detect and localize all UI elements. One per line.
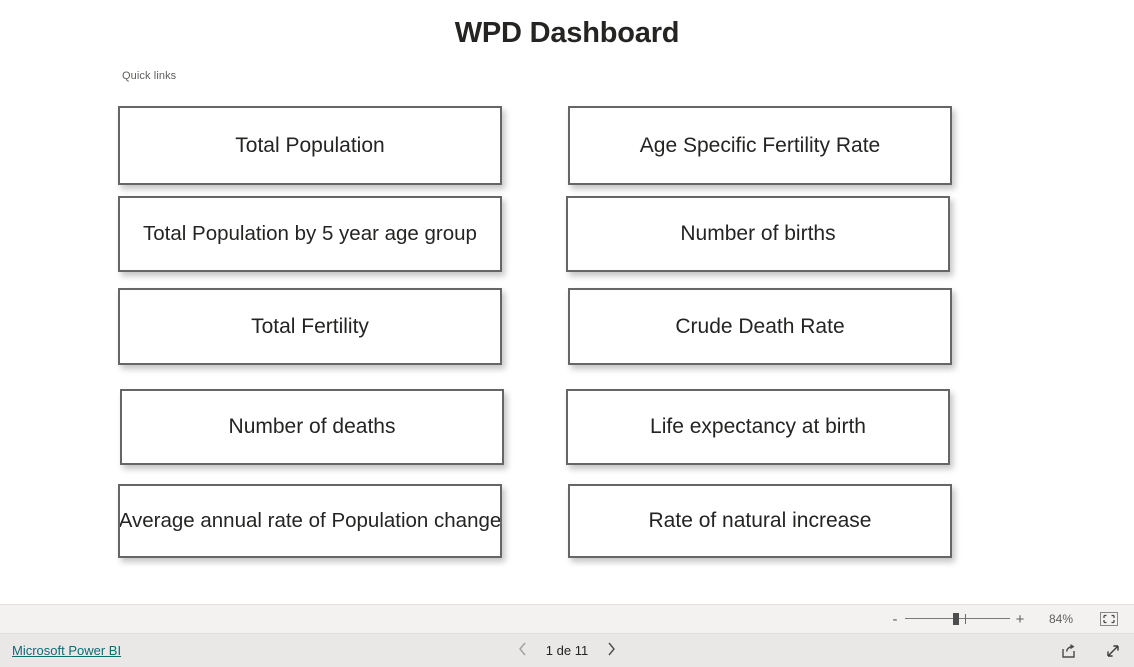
tile-label: Life expectancy at birth [650, 415, 866, 439]
page-indicator-label: 1 de 11 [545, 643, 589, 658]
quick-link-tile-average-annual-rate-of-population-change[interactable]: Average annual rate of Population change [118, 484, 502, 558]
tile-label: Rate of natural increase [648, 509, 872, 533]
chevron-left-icon [519, 642, 526, 655]
quick-link-tile-age-specific-fertility-rate[interactable]: Age Specific Fertility Rate [568, 106, 952, 185]
quick-links-group: Total Population Total Population by 5 y… [0, 0, 1134, 604]
quick-link-tile-life-expectancy-at-birth[interactable]: Life expectancy at birth [566, 389, 950, 465]
fit-to-page-icon [1100, 612, 1118, 626]
fullscreen-icon [1107, 644, 1119, 657]
tile-label: Total Fertility [251, 314, 369, 338]
zoom-in-button[interactable]: + [1012, 612, 1028, 627]
quick-link-tile-total-population[interactable]: Total Population [118, 106, 502, 185]
quick-link-tile-number-of-deaths[interactable]: Number of deaths [120, 389, 504, 465]
tile-label: Number of deaths [228, 415, 396, 439]
tile-label: Number of births [680, 222, 836, 246]
tile-label: Average annual rate of Population change [118, 508, 502, 532]
page-navigation: 1 de 11 [0, 642, 1134, 660]
share-button[interactable] [1058, 640, 1080, 662]
chevron-right-icon [608, 642, 615, 655]
next-page-button[interactable] [604, 642, 618, 660]
power-bi-report-viewer: WPD Dashboard Quick links Total Populati… [0, 0, 1134, 667]
zoom-slider[interactable] [905, 611, 1010, 627]
quick-link-tile-total-population-by-5-year-age-group[interactable]: Total Population by 5 year age group [118, 196, 502, 272]
zoom-bar: - + 84% [0, 604, 1134, 634]
quick-link-tile-rate-of-natural-increase[interactable]: Rate of natural increase [568, 484, 952, 558]
zoom-slider-thumb[interactable] [953, 613, 959, 625]
quick-link-tile-total-fertility[interactable]: Total Fertility [118, 288, 502, 365]
quick-link-tile-number-of-births[interactable]: Number of births [566, 196, 950, 272]
microsoft-power-bi-link[interactable]: Microsoft Power BI [12, 643, 121, 658]
tile-label: Total Population [235, 133, 385, 157]
zoom-level-value: 84% [1048, 612, 1074, 626]
tile-label: Age Specific Fertility Rate [639, 133, 881, 157]
fullscreen-button[interactable] [1102, 640, 1124, 662]
fit-to-page-button[interactable] [1096, 609, 1122, 629]
footer-bar: Microsoft Power BI 1 de 11 [0, 634, 1134, 667]
zoom-slider-tick [965, 614, 966, 624]
share-icon [1062, 643, 1075, 658]
report-canvas: WPD Dashboard Quick links Total Populati… [0, 0, 1134, 604]
previous-page-button[interactable] [516, 642, 530, 660]
footer-actions [1058, 640, 1124, 662]
tile-label: Crude Death Rate [675, 314, 845, 338]
tile-label: Total Population by 5 year age group [143, 221, 477, 245]
quick-link-tile-crude-death-rate[interactable]: Crude Death Rate [568, 288, 952, 365]
zoom-out-button[interactable]: - [887, 612, 903, 627]
